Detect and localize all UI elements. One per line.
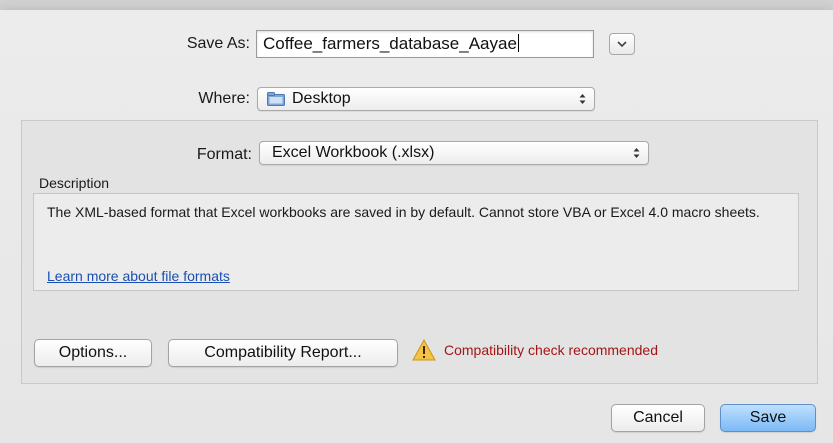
updown-arrows-icon	[579, 94, 586, 104]
cancel-button[interactable]: Cancel	[611, 404, 705, 432]
filename-text: Coffee_farmers_database_Aayae	[263, 34, 517, 53]
save-as-label: Save As:	[186, 35, 250, 52]
folder-icon	[267, 92, 285, 106]
expand-dialog-button[interactable]	[609, 33, 635, 55]
description-text: The XML-based format that Excel workbook…	[47, 204, 760, 220]
compatibility-report-button[interactable]: Compatibility Report...	[168, 339, 398, 367]
save-button[interactable]: Save	[720, 404, 816, 432]
where-value: Desktop	[292, 90, 351, 107]
description-label: Description	[39, 175, 110, 191]
options-button[interactable]: Options...	[34, 339, 152, 367]
filename-field[interactable]: Coffee_farmers_database_Aayae	[256, 30, 594, 58]
format-value: Excel Workbook (.xlsx)	[272, 144, 435, 161]
text-caret	[517, 34, 519, 52]
warning-icon	[412, 339, 436, 361]
chevron-down-icon	[617, 41, 627, 47]
learn-more-link[interactable]: Learn more about file formats	[47, 268, 230, 284]
where-popup[interactable]: Desktop	[257, 87, 595, 111]
compatibility-warning-text: Compatibility check recommended	[444, 342, 658, 358]
format-popup[interactable]: Excel Workbook (.xlsx)	[259, 141, 649, 165]
format-label: Format:	[196, 146, 252, 163]
updown-arrows-icon	[633, 148, 640, 158]
where-label: Where:	[198, 90, 250, 107]
